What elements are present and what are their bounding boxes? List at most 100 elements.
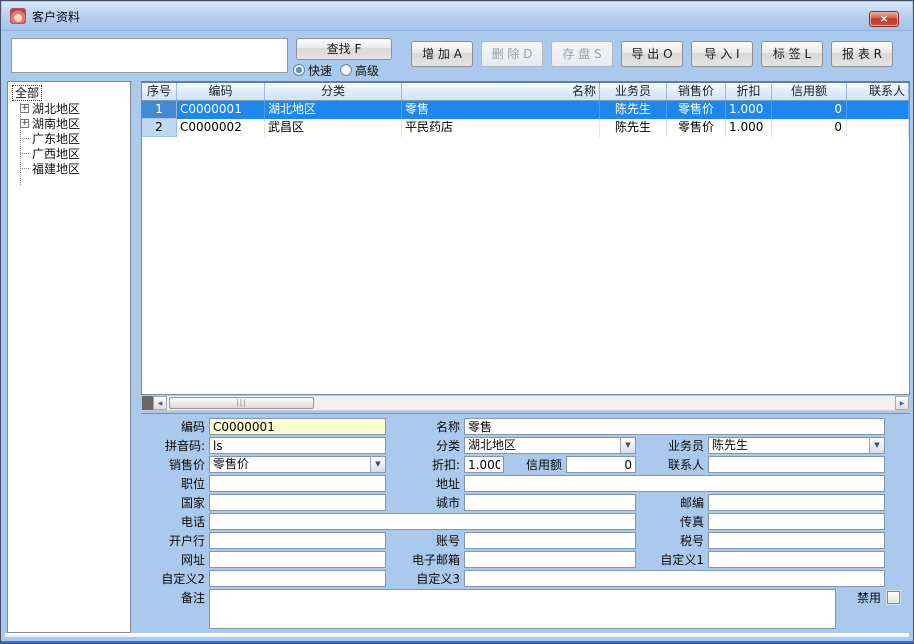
form-row: 备注 禁用 <box>141 589 910 629</box>
chevron-down-icon[interactable]: ▼ <box>869 438 884 453</box>
cell-contact <box>847 101 909 119</box>
column-header-index[interactable]: 序号 <box>142 83 177 100</box>
pinyin-input[interactable] <box>209 437 386 454</box>
code-input[interactable] <box>209 418 386 435</box>
price-label: 销售价 <box>141 456 209 473</box>
cell-name: 平民药店 <box>402 119 600 137</box>
column-header-credit[interactable]: 信用额 <box>772 83 847 100</box>
credit-input[interactable] <box>566 456 636 473</box>
remark-label: 备注 <box>141 589 209 606</box>
table-header-row: 序号 编码 分类 名称 业务员 销售价 折扣 信用额 联系人 <box>142 83 909 101</box>
close-icon: × <box>879 12 888 25</box>
radio-selected-icon <box>293 64 305 76</box>
discount-label: 折扣: <box>386 456 464 473</box>
address-input[interactable] <box>464 475 885 492</box>
customer-table: 序号 编码 分类 名称 业务员 销售价 折扣 信用额 联系人 1 C000000… <box>141 81 910 395</box>
add-button[interactable]: 增 加 A <box>411 41 473 67</box>
table-row[interactable]: 1 C0000001 湖北地区 零售 陈先生 零售价 1.000 0 <box>142 101 909 119</box>
scroll-right-icon[interactable]: ▶ <box>895 396 909 410</box>
status-strip <box>5 633 909 637</box>
cell-salesman: 陈先生 <box>600 119 667 137</box>
radio-unselected-icon <box>340 64 352 76</box>
scrollbar-thumb[interactable]: ||| <box>169 397 314 409</box>
expand-plus-icon[interactable]: + <box>20 119 29 128</box>
column-header-price[interactable]: 销售价 <box>667 83 726 100</box>
disable-checkbox[interactable] <box>887 591 900 604</box>
account-input[interactable] <box>464 532 636 549</box>
column-header-salesman[interactable]: 业务员 <box>600 83 667 100</box>
custom1-input[interactable] <box>708 551 885 568</box>
discount-input[interactable] <box>464 456 504 473</box>
contact-input[interactable] <box>708 456 885 473</box>
column-header-category[interactable]: 分类 <box>265 83 402 100</box>
tree-node: 广东地区 <box>12 131 130 146</box>
city-input[interactable] <box>464 494 636 511</box>
close-button[interactable]: × <box>869 11 899 27</box>
label-button[interactable]: 标 签 L <box>761 41 823 67</box>
zip-input[interactable] <box>708 494 885 511</box>
cell-category: 湖北地区 <box>265 101 402 119</box>
cell-index: 1 <box>142 101 177 119</box>
category-tree-panel: 全部 + 湖北地区 + 湖南地区 广东地区 广西地区 福建地区 <box>7 81 131 633</box>
phone-input[interactable] <box>209 513 636 530</box>
salesman-combobox[interactable]: 陈先生 ▼ <box>708 437 885 454</box>
chevron-down-icon[interactable]: ▼ <box>370 457 385 472</box>
cell-credit: 0 <box>772 119 847 137</box>
form-row: 电话 传真 <box>141 513 910 530</box>
price-combobox[interactable]: 零售价 ▼ <box>209 456 386 473</box>
email-input[interactable] <box>464 551 636 568</box>
tree-node: 福建地区 <box>12 161 130 176</box>
bank-input[interactable] <box>209 532 386 549</box>
country-input[interactable] <box>209 494 386 511</box>
column-header-discount[interactable]: 折扣 <box>726 83 772 100</box>
zip-label: 邮编 <box>636 494 708 511</box>
cell-code: C0000001 <box>177 101 265 119</box>
search-input[interactable] <box>11 38 288 73</box>
radio-quick[interactable]: 快速 <box>293 62 332 79</box>
disable-label: 禁用 <box>857 589 881 606</box>
column-header-contact[interactable]: 联系人 <box>847 83 909 100</box>
column-header-code[interactable]: 编码 <box>177 83 265 100</box>
name-input[interactable] <box>464 418 885 435</box>
position-input[interactable] <box>209 475 386 492</box>
export-button[interactable]: 导 出 O <box>621 41 683 67</box>
radio-advanced[interactable]: 高级 <box>340 62 379 79</box>
pinyin-label: 拼音码: <box>141 437 209 454</box>
tax-input[interactable] <box>708 532 885 549</box>
scrollbar-track[interactable]: ||| <box>167 396 895 410</box>
scrollbar-corner <box>142 396 153 410</box>
expand-plus-icon[interactable]: + <box>20 104 29 113</box>
search-mode-radios: 快速 高级 <box>293 62 403 78</box>
form-row: 编码 名称 <box>141 418 910 435</box>
credit-label: 信用额 <box>504 456 566 473</box>
report-button[interactable]: 报 表 R <box>831 41 893 67</box>
cell-discount: 1.000 <box>726 101 772 119</box>
custom2-input[interactable] <box>209 570 386 587</box>
customer-data-window: 客户资料 × 查找 F 快速 高级 增 加 A 删 除 D 存 盘 S 导 出 … <box>0 0 914 644</box>
find-button[interactable]: 查找 F <box>296 38 392 60</box>
tree-leaf-connector <box>20 168 29 169</box>
horizontal-scrollbar[interactable]: ◀ ||| ▶ <box>141 395 910 411</box>
remark-textarea[interactable] <box>209 589 836 629</box>
tree-node-label[interactable]: 福建地区 <box>32 160 80 177</box>
tree-node-all[interactable]: 全部 <box>12 85 42 101</box>
table-row[interactable]: 2 C0000002 武昌区 平民药店 陈先生 零售价 1.000 0 <box>142 119 909 137</box>
import-button[interactable]: 导 入 I <box>691 41 753 67</box>
custom3-input[interactable] <box>464 570 885 587</box>
position-label: 职位 <box>141 475 209 492</box>
cell-discount: 1.000 <box>726 119 772 137</box>
column-header-name[interactable]: 名称 <box>402 83 600 100</box>
radio-advanced-label: 高级 <box>355 62 379 79</box>
salesman-value: 陈先生 <box>709 438 869 453</box>
cell-index: 2 <box>142 119 177 137</box>
scroll-left-icon[interactable]: ◀ <box>153 396 167 410</box>
cell-code: C0000002 <box>177 119 265 137</box>
title-bar: 客户资料 × <box>2 2 912 31</box>
form-row: 销售价 零售价 ▼ 折扣: 信用额 联系人 <box>141 456 910 473</box>
category-combobox[interactable]: 湖北地区 ▼ <box>464 437 636 454</box>
chevron-down-icon[interactable]: ▼ <box>620 438 635 453</box>
website-input[interactable] <box>209 551 386 568</box>
form-row: 职位 地址 <box>141 475 910 492</box>
tree-node: 广西地区 <box>12 146 130 161</box>
fax-input[interactable] <box>708 513 885 530</box>
